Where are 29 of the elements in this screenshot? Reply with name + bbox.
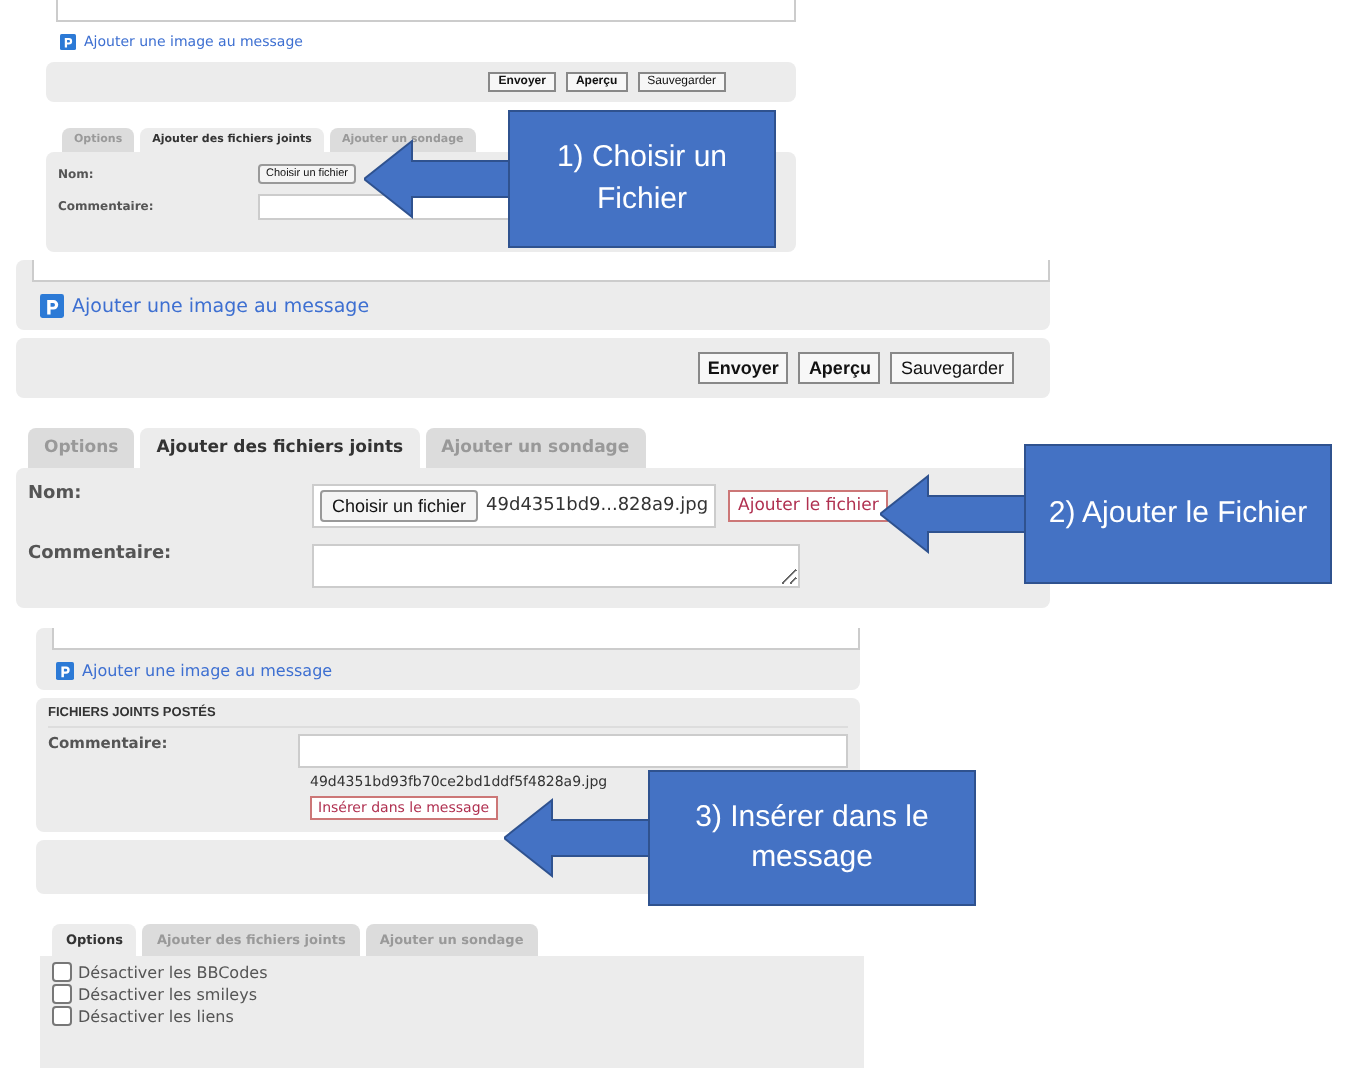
field-label: Nom: [28,484,84,504]
add-file-button[interactable]: Ajouter le fichier [728,490,889,522]
image-host-icon [60,34,76,50]
file-input[interactable]: Choisir un fichier 49d4351bd9...828a9.jpg [312,484,717,528]
option-label: Désactiver les BBCodes [78,963,268,981]
form-button[interactable]: Envoyer [697,352,789,384]
image-host-icon [56,662,74,680]
form-button[interactable]: Aperçu [798,352,881,384]
message-textarea[interactable] [56,0,796,22]
comment-field[interactable] [297,734,848,768]
image-host-icon [40,294,64,318]
callout-text: 1) Choisir un Fichier [554,138,730,219]
option-label: Désactiver les liens [78,1007,234,1025]
message-textarea[interactable] [32,260,1050,282]
file-name: 49d4351bd9...828a9.jpg [486,496,709,516]
comment-field[interactable] [312,544,800,588]
choose-file-button[interactable]: Choisir un fichier [320,490,479,522]
form-button[interactable]: Sauvegarder [890,352,1014,384]
add-image-link[interactable]: Ajouter une image au message [72,295,370,317]
tab[interactable]: Ajouter des fichiers joints [140,428,420,468]
option-label: Désactiver les smileys [78,985,257,1003]
checkbox[interactable] [52,962,72,982]
callout-text: 3) Insérer dans le message [693,797,931,878]
add-image-link[interactable]: Ajouter une image au message [82,662,333,680]
checkbox[interactable] [52,1006,72,1026]
field-label: Commentaire: [28,544,174,564]
callout-text: 2) Ajouter le Fichier [1048,493,1308,534]
message-textarea[interactable] [52,628,860,650]
checkbox[interactable] [52,984,72,1004]
